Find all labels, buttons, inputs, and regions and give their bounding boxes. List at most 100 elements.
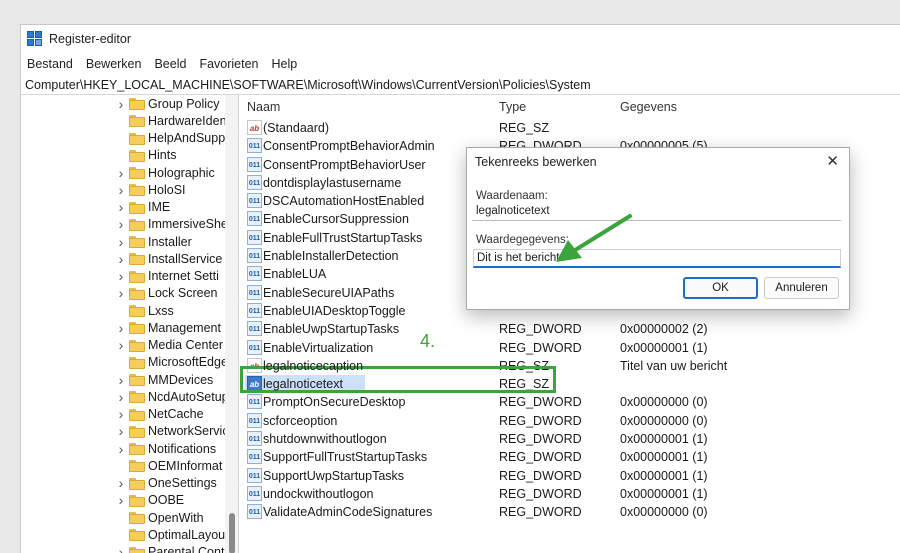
chevron-right-icon[interactable]: ›: [115, 199, 127, 215]
binary-value-icon: 011: [247, 229, 262, 245]
chevron-right-icon[interactable]: ›: [115, 182, 127, 198]
tree-item-label: OpenWith: [148, 510, 204, 525]
folder-icon: [129, 236, 145, 248]
tree-item[interactable]: OpenWith: [21, 509, 238, 526]
value-name-label: Waardenaam:: [476, 190, 548, 202]
tree-item[interactable]: › Parental Cont: [21, 544, 238, 553]
menu-bestand[interactable]: Bestand: [27, 57, 73, 71]
chevron-right-icon[interactable]: ›: [115, 337, 127, 353]
tree-item[interactable]: › Notifications: [21, 440, 238, 457]
chevron-right-icon[interactable]: ›: [115, 96, 127, 112]
ok-button[interactable]: OK: [683, 277, 758, 299]
tree-item[interactable]: OEMInformat: [21, 457, 238, 474]
address-bar[interactable]: Computer\HKEY_LOCAL_MACHINE\SOFTWARE\Mic…: [21, 75, 900, 95]
value-data: 0x00000002 (2): [620, 322, 708, 337]
chevron-right-icon[interactable]: ›: [115, 372, 127, 388]
tree-item-label: OEMInformat: [148, 458, 223, 473]
chevron-right-icon[interactable]: ›: [115, 423, 127, 439]
address-path[interactable]: Computer\HKEY_LOCAL_MACHINE\SOFTWARE\Mic…: [25, 78, 591, 92]
folder-icon: [129, 270, 145, 283]
tree-item[interactable]: › NcdAutoSetup: [21, 388, 238, 405]
tree-item[interactable]: › NetCache: [21, 406, 238, 423]
value-type: REG_DWORD: [499, 413, 582, 428]
menu-bewerken[interactable]: Bewerken: [86, 57, 142, 71]
key-tree: › Group Policy HardwareIden HelpAndSupp Hint…: [21, 95, 239, 553]
tree-item[interactable]: Hints: [21, 147, 238, 164]
chevron-right-icon[interactable]: ›: [115, 216, 127, 232]
tree-item[interactable]: › IME: [21, 199, 238, 216]
value-row[interactable]: 011 PromptOnSecureDesktop REG_DWORD 0x00000…: [243, 393, 900, 411]
tree-item[interactable]: › NetworkServic: [21, 423, 238, 440]
menu-help[interactable]: Help: [272, 57, 298, 71]
tree-item[interactable]: › Media Center: [21, 337, 238, 354]
tree-item[interactable]: › HoloSI: [21, 181, 238, 198]
tree-item[interactable]: › Group Policy: [21, 95, 238, 112]
tree-scrollbar-thumb[interactable]: [229, 513, 235, 553]
value-name: SupportUwpStartupTasks: [263, 468, 405, 483]
value-row[interactable]: ab legalnoticetext REG_SZ: [243, 375, 900, 394]
tree-item[interactable]: › InstallService: [21, 250, 238, 267]
value-name: ConsentPromptBehaviorAdmin: [263, 139, 435, 154]
folder-icon: [129, 529, 145, 542]
tree-item[interactable]: › OneSettings: [21, 475, 238, 492]
folder-icon: [129, 374, 145, 386]
tree-item[interactable]: HardwareIden: [21, 112, 238, 129]
dialog-title: Tekenreeks bewerken: [475, 155, 597, 169]
annotation-arrow-icon: [556, 214, 632, 262]
chevron-right-icon[interactable]: ›: [115, 251, 127, 267]
column-header-data[interactable]: Gegevens: [620, 100, 677, 114]
value-name: scforceoption: [263, 413, 338, 428]
tree-item[interactable]: › MMDevices: [21, 371, 238, 388]
close-icon[interactable]: ✕: [826, 152, 839, 170]
value-row[interactable]: 011 ValidateAdminCodeSignatures REG_DWORD 0…: [243, 503, 900, 521]
value-data: 0x00000000 (0): [620, 413, 708, 428]
chevron-right-icon[interactable]: ›: [115, 544, 127, 553]
value-row[interactable]: ab (Standaard) REG_SZ: [243, 119, 900, 137]
value-row[interactable]: ab legalnoticecaption REG_SZ Titel van uw b…: [243, 357, 900, 375]
folder-icon: [129, 218, 145, 231]
value-name: (Standaard): [263, 121, 330, 135]
tree-item[interactable]: › Management: [21, 319, 238, 336]
chevron-right-icon[interactable]: ›: [115, 165, 127, 181]
chevron-right-icon[interactable]: ›: [115, 285, 127, 301]
value-name: EnableVirtualization: [263, 340, 374, 355]
chevron-right-icon[interactable]: ›: [115, 268, 127, 284]
tree-item-label: MMDevices: [148, 372, 214, 387]
tree-item[interactable]: HelpAndSupp: [21, 130, 238, 147]
tree-item[interactable]: › OOBE: [21, 492, 238, 509]
chevron-right-icon[interactable]: ›: [115, 441, 127, 457]
menu-favorieten[interactable]: Favorieten: [199, 57, 258, 71]
chevron-right-icon[interactable]: ›: [115, 320, 127, 336]
value-row[interactable]: 011 EnableUwpStartupTasks REG_DWORD 0x00000…: [243, 320, 900, 338]
chevron-right-icon[interactable]: ›: [115, 389, 127, 405]
value-row[interactable]: 011 EnableVirtualization REG_DWORD 0x000000…: [243, 339, 900, 357]
value-row[interactable]: 011 SupportUwpStartupTasks REG_DWORD 0x0000…: [243, 467, 900, 485]
value-data-input[interactable]: Dit is het bericht: [473, 249, 841, 268]
chevron-right-icon[interactable]: ›: [115, 234, 127, 250]
tree-item[interactable]: › Installer: [21, 233, 238, 250]
value-name: ConsentPromptBehaviorUser: [263, 157, 426, 172]
chevron-right-icon[interactable]: ›: [115, 492, 127, 508]
title-bar[interactable]: Register-editor: [21, 25, 900, 53]
binary-value-icon: 011: [247, 467, 262, 483]
column-header-type[interactable]: Type: [499, 100, 526, 114]
value-row[interactable]: 011 scforceoption REG_DWORD 0x00000000 (0): [243, 412, 900, 430]
value-row[interactable]: 011 SupportFullTrustStartupTasks REG_DWORD…: [243, 448, 900, 466]
tree-item[interactable]: OptimalLayou: [21, 526, 238, 543]
chevron-right-icon[interactable]: ›: [115, 406, 127, 422]
tree-item[interactable]: › Holographic: [21, 164, 238, 181]
cancel-button[interactable]: Annuleren: [764, 277, 839, 299]
value-row[interactable]: 011 shutdownwithoutlogon REG_DWORD 0x000000…: [243, 430, 900, 448]
registry-editor-icon: [27, 31, 43, 47]
column-header-name[interactable]: Naam: [247, 100, 280, 114]
folder-icon: [129, 149, 145, 162]
value-row[interactable]: 011 undockwithoutlogon REG_DWORD 0x00000001…: [243, 485, 900, 503]
chevron-right-icon[interactable]: ›: [115, 475, 127, 491]
tree-scrollbar[interactable]: [225, 95, 238, 553]
tree-item[interactable]: › ImmersiveShe: [21, 216, 238, 233]
menu-beeld[interactable]: Beeld: [154, 57, 186, 71]
tree-item[interactable]: › Internet Setti: [21, 268, 238, 285]
tree-item[interactable]: MicrosoftEdge: [21, 354, 238, 371]
tree-item[interactable]: Lxss: [21, 302, 238, 319]
tree-item[interactable]: › Lock Screen: [21, 285, 238, 302]
